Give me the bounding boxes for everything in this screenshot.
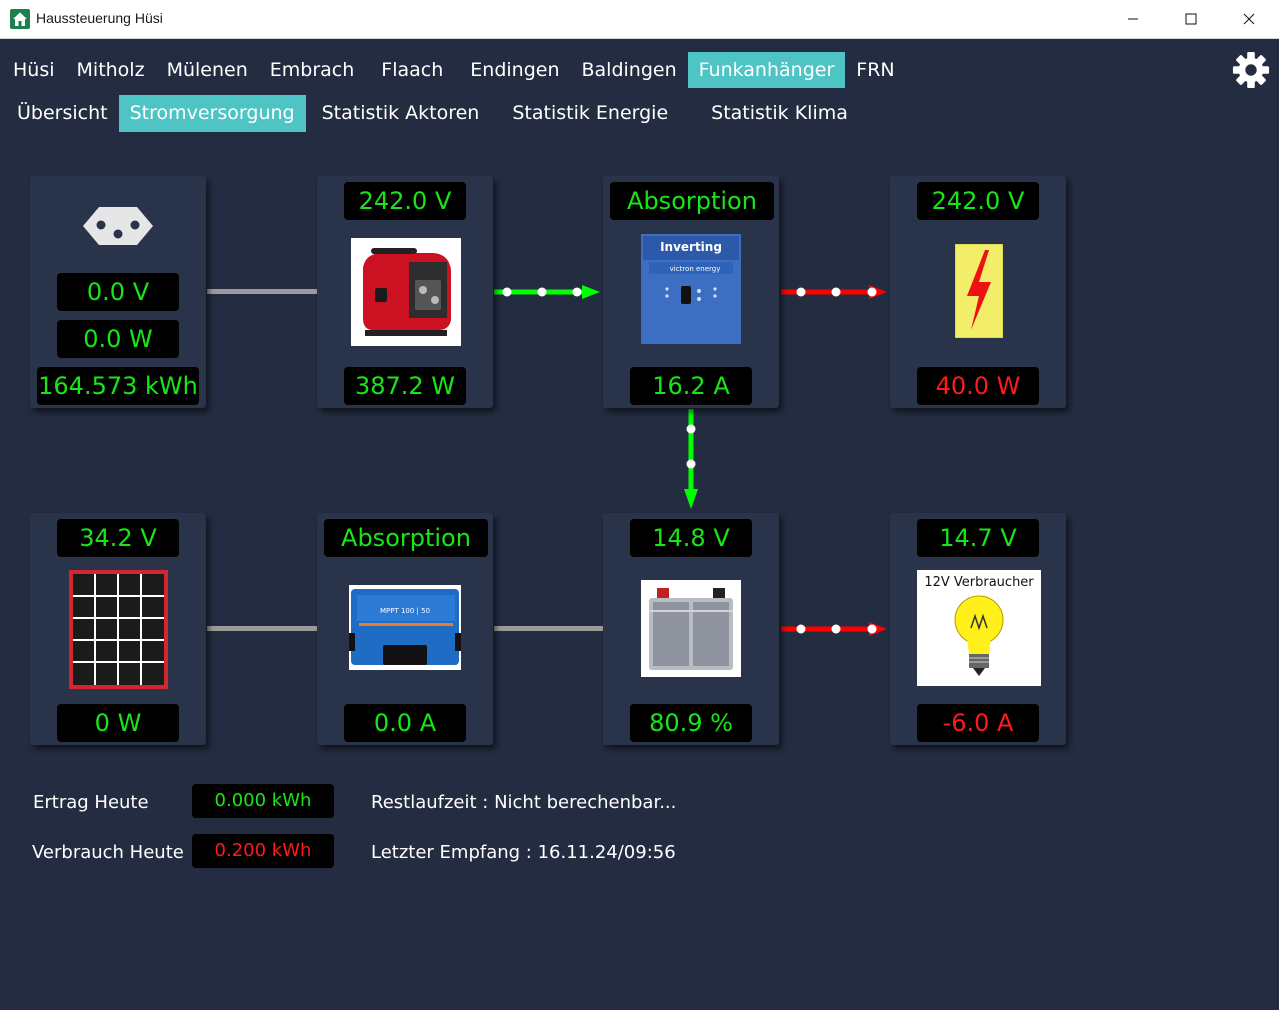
title-bar: Haussteuerung Hüsi bbox=[0, 0, 1279, 39]
nav-item-funkanhaenger[interactable]: Funkanhänger bbox=[687, 52, 846, 88]
inverter-card[interactable]: Absorption Inverting victron energy 16.2… bbox=[603, 176, 779, 408]
nav-item-muelenen[interactable]: Mülenen bbox=[156, 52, 259, 88]
connector-grid-generator bbox=[207, 289, 317, 294]
yield-today-label: Ertrag Heute bbox=[33, 792, 149, 813]
tab-statistik-klima[interactable]: Statistik Klima bbox=[700, 95, 859, 132]
nav-item-frn[interactable]: FRN bbox=[845, 52, 905, 88]
battery-voltage-value: 14.8 V bbox=[630, 519, 752, 557]
yield-today-value: 0.000 kWh bbox=[192, 784, 334, 818]
close-button[interactable] bbox=[1220, 0, 1278, 38]
flow-arrow-generator-inverter bbox=[494, 285, 600, 299]
svg-text:victron energy: victron energy bbox=[670, 265, 721, 273]
grid-energy-value: 164.573 kWh bbox=[37, 367, 199, 405]
mppt-state-value: Absorption bbox=[324, 519, 488, 557]
connector-solar-mppt bbox=[207, 626, 317, 631]
tab-statistik-energie[interactable]: Statistik Energie bbox=[501, 95, 679, 132]
nav-item-huesi[interactable]: Hüsi bbox=[2, 52, 66, 88]
grid-voltage-value: 0.0 V bbox=[57, 273, 179, 311]
inverter-current-value: 16.2 A bbox=[630, 367, 752, 405]
victron-inverter-icon: Inverting victron energy bbox=[641, 234, 741, 344]
grid-card[interactable]: 0.0 V 0.0 W 164.573 kWh bbox=[30, 176, 206, 408]
nav-item-flaach[interactable]: Flaach bbox=[365, 52, 459, 88]
last-receive-text: Letzter Empfang : 16.11.24/09:56 bbox=[371, 842, 676, 863]
minimize-icon bbox=[1128, 18, 1138, 20]
settings-gear-icon[interactable] bbox=[1232, 51, 1270, 89]
flow-arrow-battery-dcload bbox=[781, 622, 887, 636]
flow-arrow-inverter-acload bbox=[781, 285, 887, 299]
tab-stromversorgung[interactable]: Stromversorgung bbox=[118, 95, 306, 132]
nav-item-embrach[interactable]: Embrach bbox=[259, 52, 366, 88]
solar-power-value: 0 W bbox=[57, 704, 179, 742]
connector-mppt-battery bbox=[494, 626, 604, 631]
ac-load-power-value: 40.0 W bbox=[917, 367, 1039, 405]
minimize-button[interactable] bbox=[1104, 0, 1162, 38]
maximize-icon bbox=[1185, 13, 1197, 25]
solar-voltage-value: 34.2 V bbox=[57, 519, 179, 557]
mppt-charger-icon: MPPT 100 | 50 bbox=[349, 585, 461, 670]
dc-load-card[interactable]: 14.7 V 12V Verbraucher -6.0 A bbox=[890, 513, 1066, 745]
solar-card[interactable]: 34.2 V 0 W bbox=[30, 513, 206, 745]
consumption-today-value: 0.200 kWh bbox=[192, 834, 334, 868]
main-area: Hüsi Mitholz Mülenen Embrach Flaach Endi… bbox=[1, 39, 1278, 1009]
light-bulb-icon: 12V Verbraucher bbox=[917, 570, 1041, 686]
generator-voltage-value: 242.0 V bbox=[344, 182, 466, 220]
flow-arrow-inverter-battery bbox=[684, 409, 698, 509]
grid-power-value: 0.0 W bbox=[57, 320, 179, 358]
mppt-current-value: 0.0 A bbox=[344, 704, 466, 742]
nav-item-mitholz[interactable]: Mitholz bbox=[66, 52, 156, 88]
dc-load-voltage-value: 14.7 V bbox=[917, 519, 1039, 557]
solar-panel-icon bbox=[69, 570, 168, 689]
tab-uebersicht[interactable]: Übersicht bbox=[6, 95, 119, 132]
battery-icon bbox=[641, 580, 741, 677]
swiss-socket-icon bbox=[83, 207, 153, 245]
inverter-state-value: Absorption bbox=[610, 182, 774, 220]
battery-soc-value: 80.9 % bbox=[630, 704, 752, 742]
runtime-remaining-text: Restlaufzeit : Nicht berechenbar... bbox=[371, 792, 677, 813]
battery-card[interactable]: 14.8 V 80.9 % bbox=[603, 513, 779, 745]
app-home-icon bbox=[10, 9, 30, 29]
consumption-today-label: Verbrauch Heute bbox=[32, 842, 184, 863]
generator-icon bbox=[351, 238, 461, 346]
maximize-button[interactable] bbox=[1162, 0, 1220, 38]
close-icon bbox=[1243, 13, 1255, 25]
svg-text:12V Verbraucher: 12V Verbraucher bbox=[924, 575, 1034, 590]
window-title: Haussteuerung Hüsi bbox=[36, 10, 163, 26]
svg-text:Inverting: Inverting bbox=[660, 240, 722, 254]
ac-load-card[interactable]: 242.0 V 40.0 W bbox=[890, 176, 1066, 408]
location-nav: Hüsi Mitholz Mülenen Embrach Flaach Endi… bbox=[2, 52, 906, 88]
dc-load-current-value: -6.0 A bbox=[917, 704, 1039, 742]
tab-statistik-aktoren[interactable]: Statistik Aktoren bbox=[311, 95, 491, 132]
high-voltage-icon bbox=[955, 244, 1003, 338]
ac-load-voltage-value: 242.0 V bbox=[917, 182, 1039, 220]
mppt-card[interactable]: Absorption MPPT 100 | 50 0.0 A bbox=[317, 513, 493, 745]
page-tabs: Übersicht Stromversorgung Statistik Akto… bbox=[6, 95, 859, 132]
nav-item-baldingen[interactable]: Baldingen bbox=[571, 52, 688, 88]
svg-text:MPPT 100 | 50: MPPT 100 | 50 bbox=[380, 607, 430, 615]
generator-card[interactable]: 242.0 V 387.2 W bbox=[317, 176, 493, 408]
nav-item-endingen[interactable]: Endingen bbox=[459, 52, 570, 88]
generator-power-value: 387.2 W bbox=[344, 367, 466, 405]
